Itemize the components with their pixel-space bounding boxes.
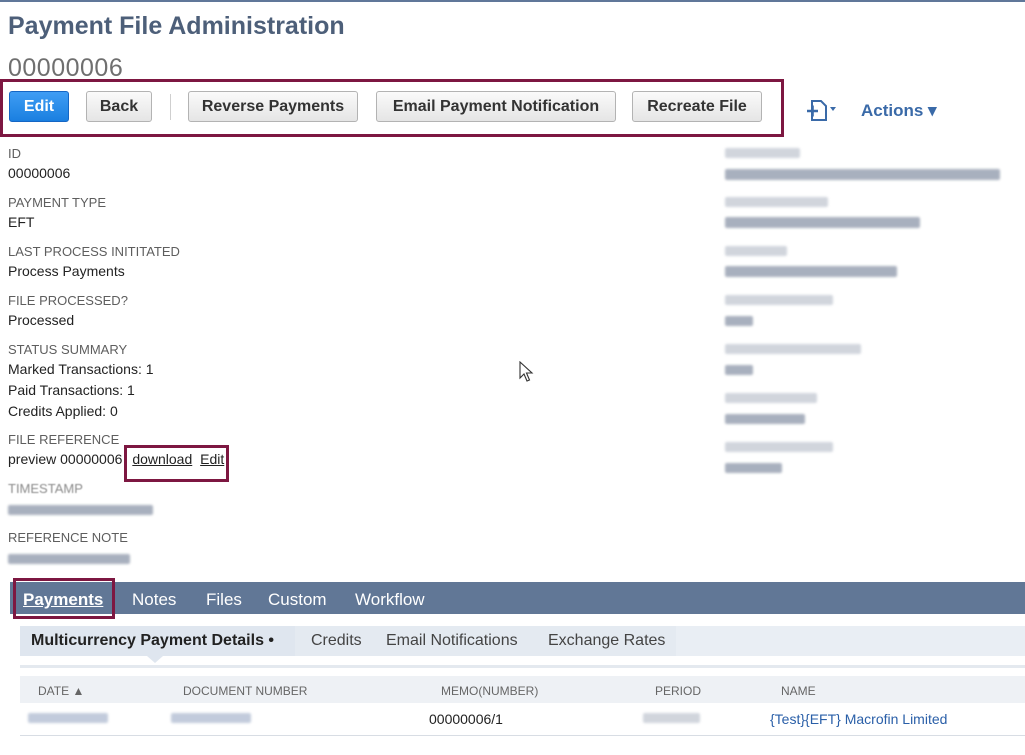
row-date-redacted — [28, 713, 108, 723]
payment-type-label: PAYMENT TYPE — [8, 195, 107, 210]
file-processed-value: Processed — [8, 312, 75, 328]
tab-workflow[interactable]: Workflow — [355, 590, 425, 610]
payment-type-value: EFT — [8, 214, 35, 230]
timestamp-label: TIMESTAMP — [8, 481, 83, 496]
column-document-number[interactable]: DOCUMENT NUMBER — [183, 684, 307, 698]
id-value: 00000006 — [8, 165, 71, 181]
last-process-label: LAST PROCESS INITITATED — [8, 244, 180, 259]
recreate-file-button[interactable]: Recreate File — [632, 91, 762, 122]
tab-files[interactable]: Files — [206, 590, 242, 610]
subtab-credits[interactable]: Credits — [311, 632, 362, 650]
status-credits: Credits Applied: 0 — [8, 403, 118, 419]
page-title: Payment File Administration — [8, 12, 345, 40]
row-memo: 00000006/1 — [429, 711, 503, 727]
status-marked: Marked Transactions: 1 — [8, 361, 154, 377]
subtab-divider — [20, 665, 1025, 668]
column-memo-number[interactable]: MEMO(NUMBER) — [441, 684, 538, 698]
status-summary-label: STATUS SUMMARY — [8, 342, 128, 357]
column-period[interactable]: PERIOD — [655, 684, 701, 698]
file-edit-link[interactable]: Edit — [200, 451, 224, 467]
actions-menu[interactable]: Actions ▾ — [861, 101, 937, 121]
status-paid: Paid Transactions: 1 — [8, 382, 135, 398]
reference-note-value-redacted — [8, 554, 130, 564]
back-button[interactable]: Back — [86, 91, 152, 122]
redacted-label-2 — [725, 197, 828, 207]
reverse-payments-button[interactable]: Reverse Payments — [188, 91, 358, 122]
mouse-cursor-icon — [519, 360, 535, 383]
new-record-icon[interactable] — [806, 98, 836, 124]
record-id: 00000006 — [8, 54, 124, 82]
redacted-label-4 — [725, 295, 833, 305]
row-name-link[interactable]: {Test}{EFT} Macrofin Limited — [770, 711, 947, 727]
column-date[interactable]: DATE ▲ — [38, 684, 84, 698]
row-period-redacted — [643, 713, 700, 723]
subtab-multicurrency-payment-details[interactable]: Multicurrency Payment Details • — [31, 632, 274, 650]
redacted-label-7 — [725, 442, 833, 452]
column-name[interactable]: NAME — [781, 684, 816, 698]
reference-note-label: REFERENCE NOTE — [8, 530, 128, 545]
subtab-exchange-rates[interactable]: Exchange Rates — [548, 632, 665, 650]
top-border — [0, 0, 1025, 2]
tab-payments[interactable]: Payments — [23, 590, 103, 610]
redacted-label-6 — [725, 393, 817, 403]
last-process-value: Process Payments — [8, 263, 125, 279]
timestamp-value-redacted — [8, 505, 153, 515]
redacted-value-3 — [725, 266, 897, 277]
toolbar-separator — [170, 94, 171, 120]
edit-button[interactable]: Edit — [9, 91, 69, 122]
file-preview-text: preview 00000006 — [8, 451, 123, 467]
file-processed-label: FILE PROCESSED? — [8, 293, 128, 308]
subtab-email-notifications[interactable]: Email Notifications — [386, 632, 518, 650]
redacted-value-4 — [725, 316, 753, 326]
redacted-label-5 — [725, 344, 861, 354]
redacted-value-5 — [725, 365, 753, 375]
download-link[interactable]: download — [132, 451, 192, 467]
redacted-label-1 — [725, 148, 800, 158]
tab-notes[interactable]: Notes — [132, 590, 176, 610]
file-reference-value: preview 00000006 download Edit — [8, 451, 224, 467]
email-payment-notification-button[interactable]: Email Payment Notification — [376, 91, 616, 122]
redacted-label-3 — [725, 246, 787, 256]
redacted-value-7 — [725, 463, 782, 473]
file-reference-label: FILE REFERENCE — [8, 432, 120, 447]
id-label: ID — [8, 146, 21, 161]
redacted-value-1 — [725, 169, 1000, 180]
redacted-value-6 — [725, 414, 805, 424]
subtab-active-pointer — [147, 656, 163, 663]
tab-custom[interactable]: Custom — [268, 590, 327, 610]
table-row-divider — [20, 735, 1025, 736]
redacted-value-2 — [725, 217, 920, 228]
row-document-number-redacted[interactable] — [171, 713, 251, 723]
